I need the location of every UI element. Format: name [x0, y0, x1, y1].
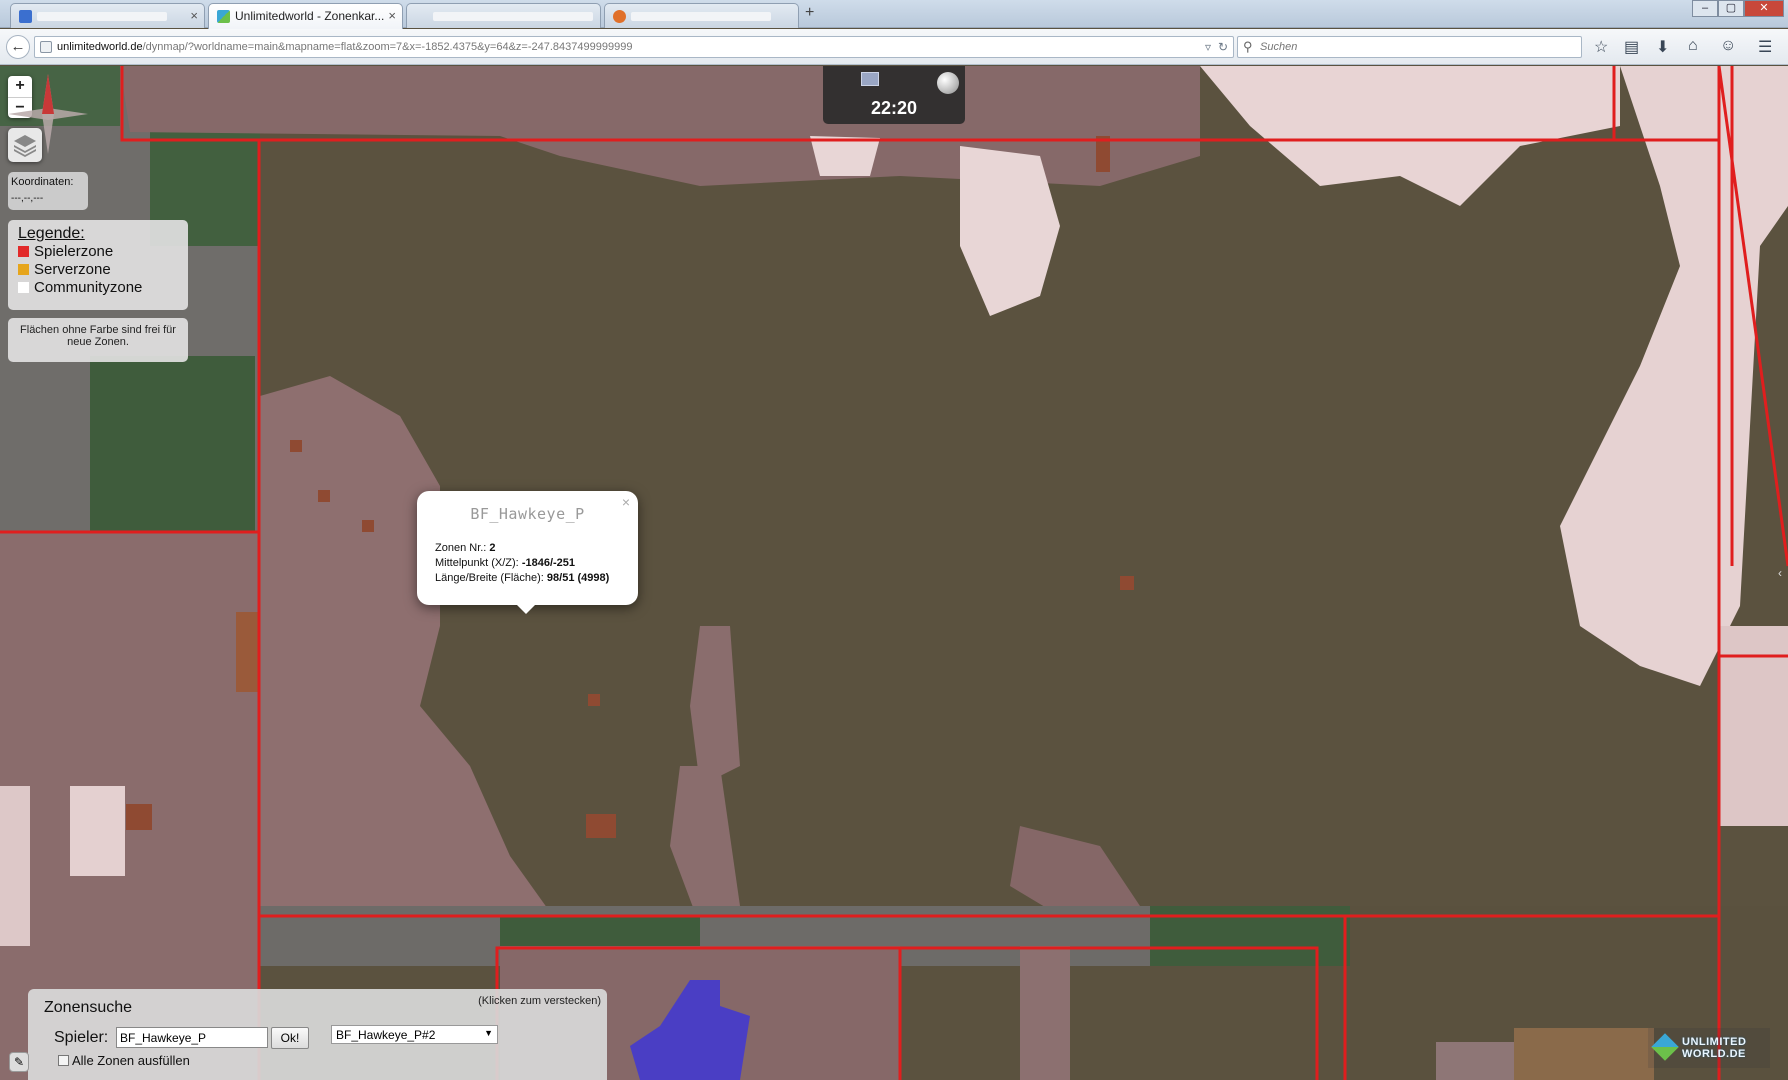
all-zones-checkbox[interactable]: [58, 1055, 69, 1066]
hide-panel-link[interactable]: (Klicken zum verstecken): [478, 995, 601, 1007]
clock-widget: 22:20: [823, 66, 965, 124]
legend-swatch: [18, 282, 29, 293]
ok-button[interactable]: Ok!: [271, 1027, 309, 1049]
zone-center-row: Mittelpunkt (X/Z): -1846/-251: [435, 556, 620, 571]
search-input[interactable]: [1260, 39, 1560, 55]
tab-label: Unlimitedworld - Zonenkar...: [235, 9, 385, 23]
free-area-note: Flächen ohne Farbe sind frei für neue Zo…: [8, 318, 188, 362]
zone-center-value: -1846/-251: [521, 557, 576, 569]
player-label: Spieler:: [54, 1029, 109, 1046]
zone-size-value: 98/51 (4998): [546, 572, 610, 584]
zone-info-popup: × BF_Hawkeye_P Zonen Nr.: 2 Mittelpunkt …: [417, 491, 638, 614]
tab-1[interactable]: ×: [10, 3, 205, 28]
sidebar-toggle-icon[interactable]: ‹: [1778, 566, 1782, 580]
dynmap-viewport[interactable]: + − Koordinaten: ---,--,--- Legende: Spi…: [0, 66, 1788, 1080]
bookmarks-icon[interactable]: ▤: [1624, 37, 1639, 57]
search-bar[interactable]: ⚲: [1237, 36, 1582, 58]
chat-icon[interactable]: ☺: [1720, 37, 1736, 55]
tab-favicon-icon: [217, 10, 230, 23]
coordinates-label: Koordinaten:: [11, 176, 74, 188]
clock-time: 22:20: [870, 98, 918, 118]
url-text: unlimitedworld.de/dynmap/?worldname=main…: [57, 41, 632, 53]
legend-label: Communityzone: [34, 279, 143, 296]
zone-select[interactable]: BF_Hawkeye_P#2 ▼: [331, 1025, 498, 1044]
legend-panel: Legende: Spielerzone Serverzone Communit…: [8, 220, 188, 310]
legend-item-communityzone: Communityzone: [18, 279, 178, 297]
tab-favicon-icon: [19, 10, 32, 23]
window-close-icon[interactable]: ✕: [1744, 0, 1784, 17]
draw-tool-button[interactable]: ✎: [9, 1052, 29, 1072]
map-terrain[interactable]: [0, 66, 1788, 1080]
logo-line-2: WORLD.DE: [1682, 1048, 1746, 1060]
legend-item-serverzone: Serverzone: [18, 261, 178, 279]
tab-unlimitedworld[interactable]: Unlimitedworld - Zonenkar... ×: [208, 3, 403, 29]
tab-label-redacted: [37, 12, 167, 22]
navigation-bar: ← unlimitedworld.de/dynmap/?worldname=ma…: [0, 29, 1788, 65]
zone-center-label: Mittelpunkt (X/Z):: [435, 557, 519, 569]
url-host: unlimitedworld.de: [57, 41, 143, 53]
player-input[interactable]: [116, 1027, 268, 1048]
site-identity-icon[interactable]: [40, 41, 52, 53]
tab-bar: × Unlimitedworld - Zonenkar... × + – ▢ ✕: [0, 0, 1788, 29]
zone-search-panel: Zonensuche (Klicken zum verstecken) Spie…: [28, 989, 607, 1080]
new-tab-button[interactable]: +: [805, 4, 814, 22]
sun-icon: [861, 72, 879, 86]
tab-label-redacted: [631, 12, 771, 22]
menu-icon[interactable]: ☰: [1758, 37, 1772, 57]
chevron-down-icon: ▼: [484, 1028, 493, 1038]
tab-4[interactable]: [604, 3, 799, 28]
legend-title: Legende:: [18, 225, 85, 242]
moon-icon: [937, 72, 959, 94]
tab-close-icon[interactable]: ×: [388, 8, 396, 23]
coordinates-panel: Koordinaten: ---,--,---: [8, 172, 88, 210]
compass-icon: [8, 74, 88, 154]
minimize-icon[interactable]: –: [1692, 0, 1718, 17]
unlimitedworld-logo: UNLIMITED WORLD.DE: [1648, 1028, 1770, 1068]
zone-search-title: Zonensuche: [44, 999, 133, 1016]
cube-logo-icon: [1651, 1033, 1679, 1061]
legend-label: Serverzone: [34, 261, 111, 278]
maximize-icon[interactable]: ▢: [1718, 0, 1744, 17]
all-zones-label: Alle Zonen ausfüllen: [72, 1053, 190, 1068]
popup-title: BF_Hawkeye_P: [470, 505, 585, 523]
logo-text: UNLIMITED WORLD.DE: [1682, 1036, 1746, 1060]
coordinates-value: ---,--,---: [11, 193, 44, 204]
address-bar[interactable]: unlimitedworld.de/dynmap/?worldname=main…: [34, 36, 1234, 58]
zone-size-row: Länge/Breite (Fläche): 98/51 (4998): [435, 571, 620, 586]
zone-number-value: 2: [489, 542, 496, 554]
reload-icon[interactable]: ↻: [1218, 40, 1228, 54]
pencil-icon: ✎: [13, 1055, 25, 1069]
star-icon[interactable]: ☆: [1594, 37, 1608, 57]
legend-item-spielerzone: Spielerzone: [18, 243, 178, 261]
tab-favicon-icon: [613, 10, 626, 23]
url-path: /dynmap/?worldname=main&mapname=flat&zoo…: [142, 41, 633, 53]
url-dropdown-icon[interactable]: ▿: [1205, 40, 1211, 54]
zone-select-value: BF_Hawkeye_P#2: [336, 1028, 436, 1042]
zone-number-label: Zonen Nr.:: [435, 542, 487, 554]
home-icon[interactable]: ⌂: [1688, 37, 1698, 55]
tab-3[interactable]: [406, 3, 601, 28]
tab-label-redacted: [433, 12, 593, 22]
zone-number-row: Zonen Nr.: 2: [435, 541, 620, 556]
search-icon: ⚲: [1243, 39, 1253, 54]
legend-swatch: [18, 246, 29, 257]
legend-label: Spielerzone: [34, 243, 114, 260]
tab-close-icon[interactable]: ×: [190, 8, 198, 23]
legend-swatch: [18, 264, 29, 275]
download-icon[interactable]: ⬇: [1656, 37, 1669, 57]
zone-size-label: Länge/Breite (Fläche):: [435, 572, 544, 584]
popup-close-icon[interactable]: ×: [622, 494, 630, 510]
back-button[interactable]: ←: [6, 35, 30, 59]
logo-line-1: UNLIMITED: [1682, 1036, 1747, 1048]
